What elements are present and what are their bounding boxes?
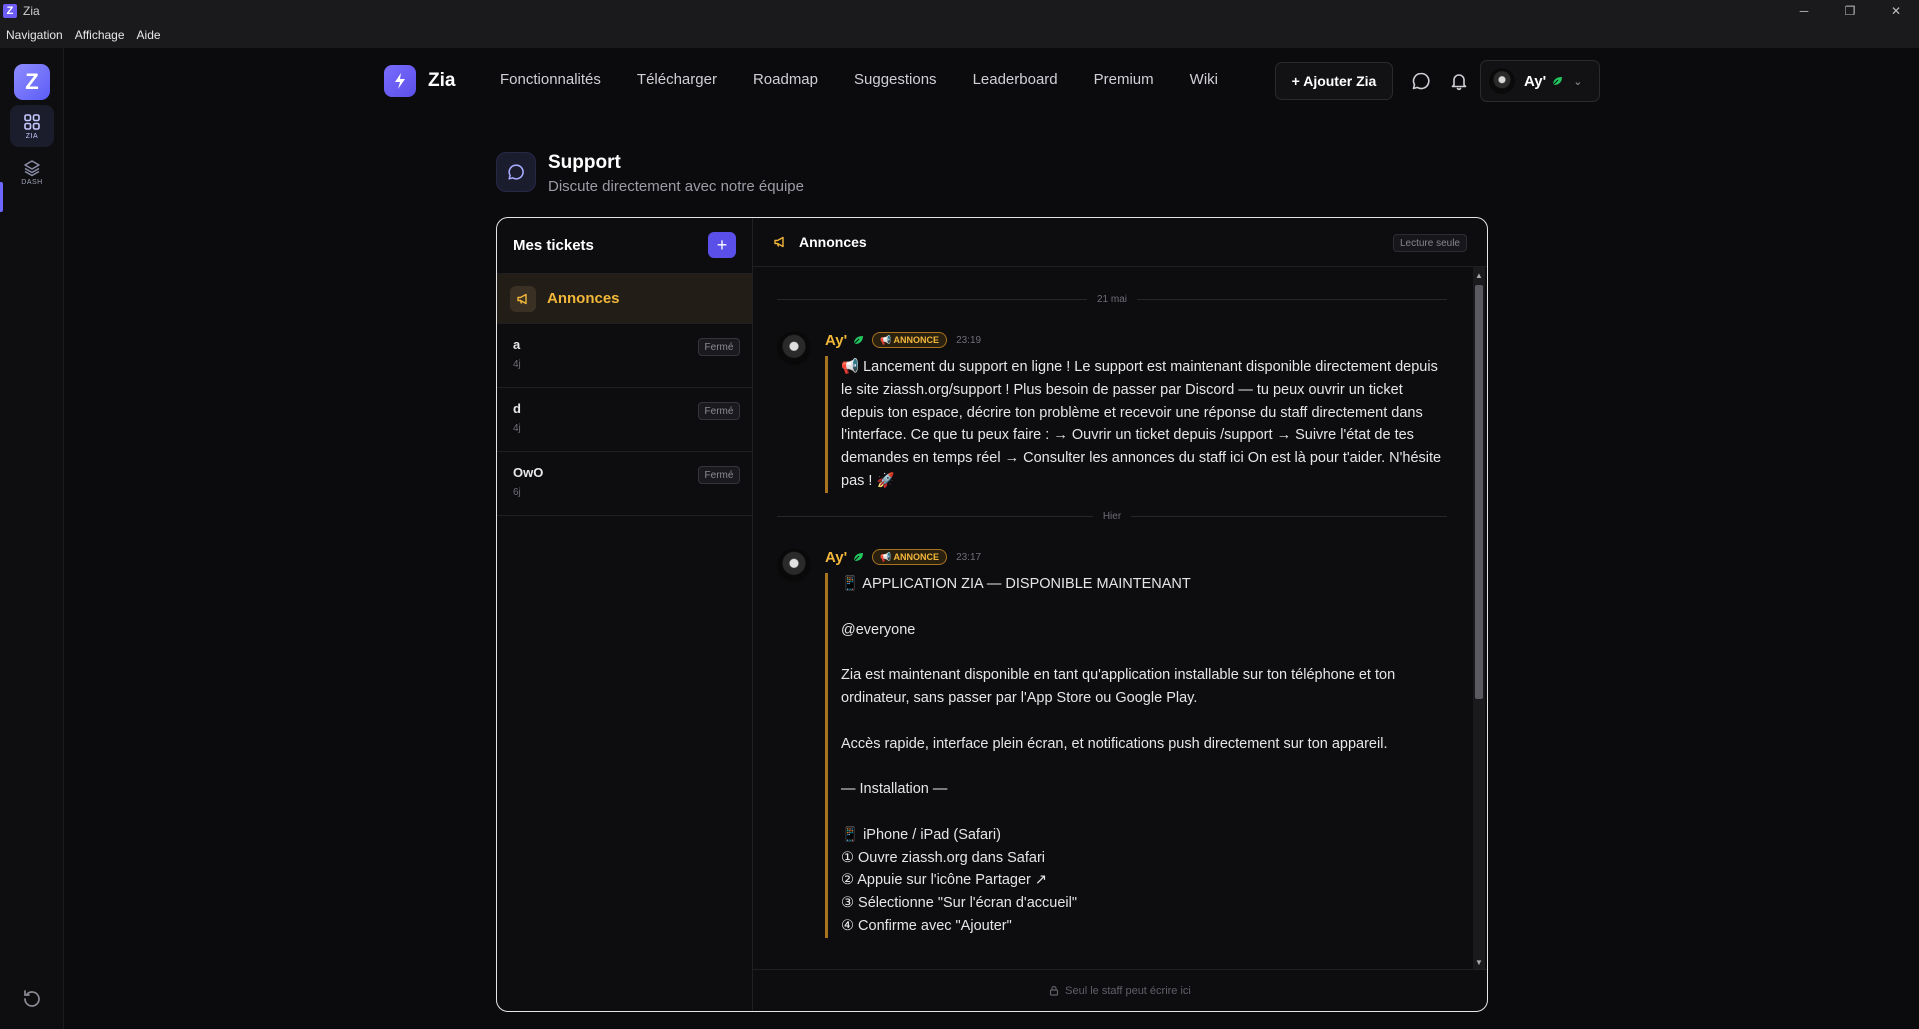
day-separator: Hier xyxy=(777,509,1447,523)
day-label: Hier xyxy=(1102,510,1122,522)
ticket-age: 4j xyxy=(513,359,521,370)
title-bar: Z Zia ─ ❐ ✕ xyxy=(0,0,1919,22)
readonly-badge: Lecture seule xyxy=(1392,234,1467,252)
message-author[interactable]: Ay' xyxy=(825,549,847,566)
maximize-icon[interactable]: ❐ xyxy=(1827,0,1873,22)
day-label: 21 mai xyxy=(1097,293,1128,305)
nav-link-roadmap[interactable]: Roadmap xyxy=(753,71,818,88)
page-title: Support xyxy=(548,152,621,173)
sidebar-item-label: ZIA xyxy=(25,132,39,140)
message-list[interactable]: 21 mai Ay' 📢 ANNONCE 23:19 📢 Lancement d… xyxy=(753,267,1487,970)
message: Ay' 📢 ANNONCE 23:19 📢 Lancement du suppo… xyxy=(777,331,1447,511)
announcement-tag: 📢 ANNONCE xyxy=(872,332,948,348)
minimize-icon[interactable]: ─ xyxy=(1781,0,1827,22)
ticket-label: Annonces xyxy=(547,290,620,307)
leaf-icon xyxy=(1552,77,1563,86)
nav-link-suggestions[interactable]: Suggestions xyxy=(854,71,937,88)
composer-locked: Seul le staff peut écrire ici xyxy=(753,969,1487,1011)
app-icon: Z xyxy=(3,4,17,18)
nav-link-premium[interactable]: Premium xyxy=(1094,71,1154,88)
chat-panel: Annonces Lecture seule 21 mai Ay' 📢 ANNO… xyxy=(753,218,1487,1011)
lock-icon xyxy=(1050,985,1059,996)
leaf-icon xyxy=(853,336,864,345)
scroll-up-icon[interactable]: ▲ xyxy=(1473,269,1485,281)
tickets-title: Mes tickets xyxy=(513,237,594,254)
leaf-icon xyxy=(853,553,864,562)
chat-bubble-icon[interactable] xyxy=(1410,70,1432,92)
ticket-item[interactable]: OwO 6j Fermé xyxy=(497,452,752,516)
page-subtitle: Discute directement avec notre équipe xyxy=(548,178,804,195)
message: Ay' 📢 ANNONCE 23:17 📱 APPLICATION ZIA — … xyxy=(777,548,1447,970)
refresh-icon[interactable] xyxy=(20,987,44,1011)
status-badge: Fermé xyxy=(698,466,740,484)
active-indicator xyxy=(0,182,3,212)
bolt-icon xyxy=(384,65,416,97)
avatar xyxy=(777,331,811,365)
grid-icon xyxy=(24,113,40,130)
sidebar-item-zia[interactable]: ZIA xyxy=(10,105,54,147)
brand[interactable]: Zia xyxy=(384,65,455,97)
composer-text: Seul le staff peut écrire ici xyxy=(1065,984,1191,997)
window-controls: ─ ❐ ✕ xyxy=(1781,0,1919,22)
app-logo[interactable]: Z xyxy=(14,64,50,100)
chat-bubble-icon xyxy=(496,152,536,192)
status-badge: Fermé xyxy=(698,402,740,420)
new-ticket-button[interactable]: + xyxy=(708,232,736,258)
user-menu[interactable]: Ay' ⌄ xyxy=(1480,60,1600,102)
nav-links: Fonctionnalités Télécharger Roadmap Sugg… xyxy=(500,71,1254,88)
megaphone-icon xyxy=(774,236,784,248)
day-separator: 21 mai xyxy=(777,292,1448,306)
menu-navigation[interactable]: Navigation xyxy=(6,28,63,42)
message-meta: Ay' 📢 ANNONCE 23:19 xyxy=(825,331,981,349)
nav-link-fonctionnalites[interactable]: Fonctionnalités xyxy=(500,71,601,88)
sidebar: Z ZIA DASH xyxy=(0,48,64,1029)
brand-name: Zia xyxy=(428,70,456,91)
avatar xyxy=(1489,68,1515,94)
ticket-item[interactable]: d 4j Fermé xyxy=(497,388,752,452)
message-time: 23:19 xyxy=(956,334,982,346)
avatar xyxy=(777,548,811,582)
sidebar-item-label: DASH xyxy=(21,178,43,186)
ticket-item[interactable]: a 4j Fermé xyxy=(497,324,752,388)
megaphone-icon xyxy=(510,285,536,312)
chat-header: Annonces xyxy=(753,218,1487,267)
scrollbar-thumb[interactable] xyxy=(1475,285,1483,699)
window-title: Zia xyxy=(23,4,40,18)
menu-affichage[interactable]: Affichage xyxy=(75,28,125,42)
message-author[interactable]: Ay' xyxy=(825,332,847,349)
nav-link-wiki[interactable]: Wiki xyxy=(1190,71,1218,88)
layers-icon xyxy=(24,159,40,176)
announcement-tag: 📢 ANNONCE xyxy=(872,549,948,565)
message-time: 23:17 xyxy=(956,551,982,563)
close-icon[interactable]: ✕ xyxy=(1873,0,1919,22)
chevron-down-icon: ⌄ xyxy=(1573,75,1583,88)
scroll-down-icon[interactable]: ▼ xyxy=(1473,956,1485,968)
add-zia-button[interactable]: + Ajouter Zia xyxy=(1275,62,1393,100)
status-badge: Fermé xyxy=(698,338,740,356)
top-nav: Zia Fonctionnalités Télécharger Roadmap … xyxy=(64,48,1919,116)
menu-aide[interactable]: Aide xyxy=(137,28,161,42)
ticket-age: 4j xyxy=(513,423,521,434)
menu-bar: Navigation Affichage Aide xyxy=(0,22,1919,48)
message-body: 📱 APPLICATION ZIA — DISPONIBLE MAINTENAN… xyxy=(825,573,1447,938)
nav-link-telecharger[interactable]: Télécharger xyxy=(637,71,717,88)
bell-icon[interactable] xyxy=(1448,70,1470,92)
user-name: Ay' xyxy=(1524,72,1547,90)
ticket-announcements[interactable]: Annonces xyxy=(497,274,752,324)
nav-link-leaderboard[interactable]: Leaderboard xyxy=(973,71,1058,88)
support-panel: Mes tickets + Annonces a 4j Fermé d 4j F… xyxy=(496,217,1488,1012)
message-body: 📢 Lancement du support en ligne ! Le sup… xyxy=(825,356,1447,493)
chat-title: Annonces xyxy=(799,234,867,250)
scrollbar[interactable]: ▲ ▼ xyxy=(1473,267,1485,970)
sidebar-item-dash[interactable]: DASH xyxy=(10,151,54,193)
ticket-age: 6j xyxy=(513,487,521,498)
tickets-list: Mes tickets + Annonces a 4j Fermé d 4j F… xyxy=(497,218,753,1011)
message-meta: Ay' 📢 ANNONCE 23:17 xyxy=(825,548,981,566)
